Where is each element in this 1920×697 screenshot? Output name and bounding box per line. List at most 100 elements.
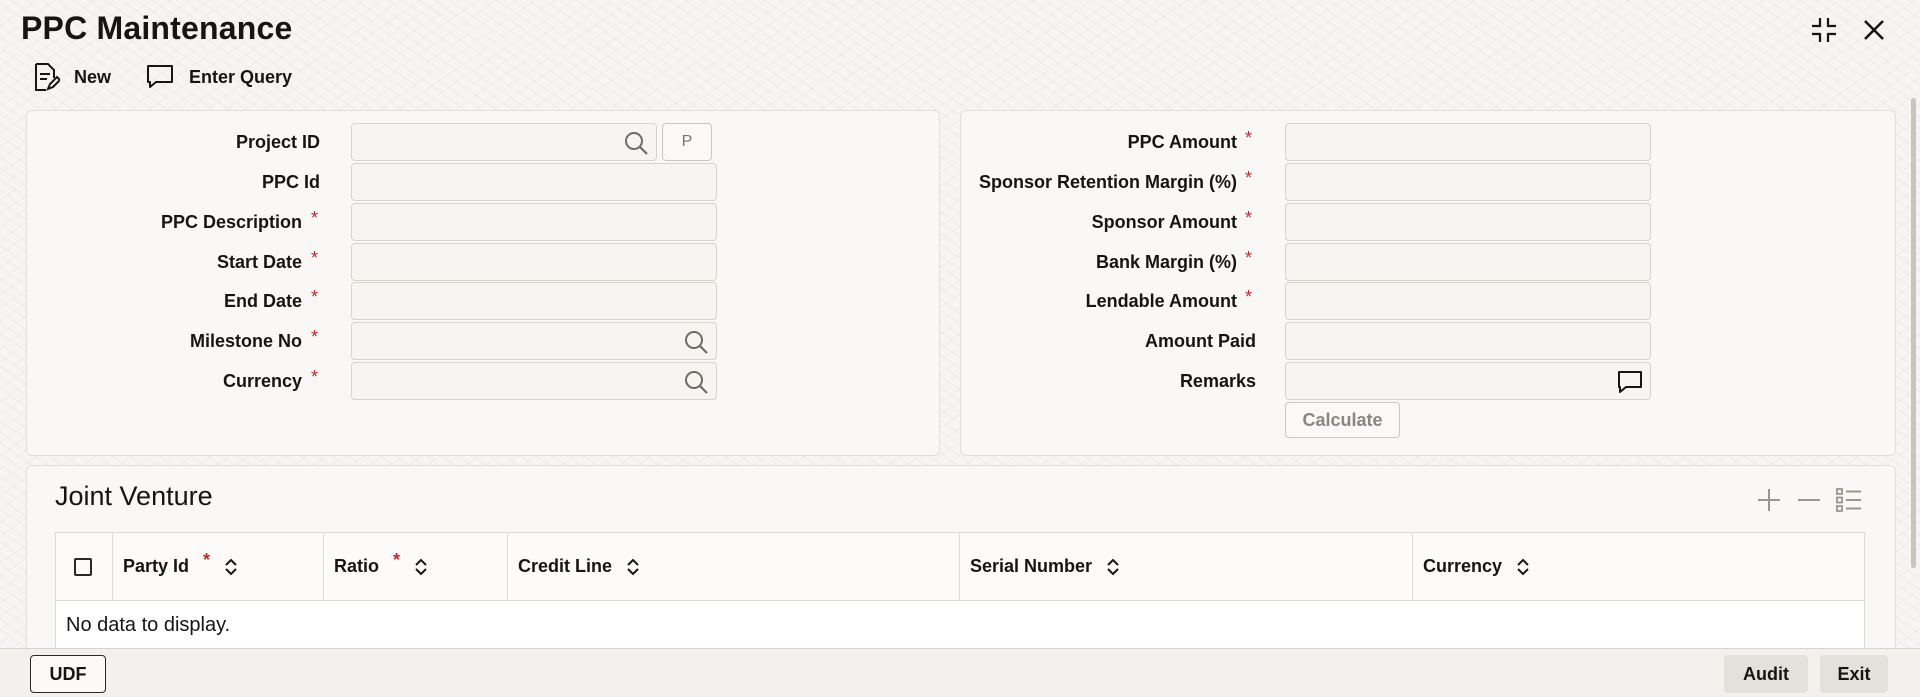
bank-margin-input[interactable] — [1286, 244, 1650, 280]
project-id-field[interactable] — [351, 123, 657, 161]
sort-icon[interactable] — [626, 558, 640, 576]
search-icon[interactable] — [622, 129, 650, 157]
required-marker: * — [1245, 248, 1253, 268]
amount-paid-label: Amount Paid — [1145, 331, 1256, 351]
start-date-field[interactable] — [351, 243, 717, 281]
calculate-button[interactable]: Calculate — [1285, 402, 1400, 438]
project-id-input[interactable] — [352, 124, 656, 160]
column-label: Serial Number — [970, 556, 1093, 576]
required-marker: * — [311, 248, 319, 268]
ppc-id-input[interactable] — [352, 164, 716, 200]
column-label: Currency — [1423, 556, 1503, 576]
end-date-label: End Date — [223, 291, 302, 311]
column-header-credit-line[interactable]: Credit Line — [508, 533, 960, 600]
column-label: Ratio — [334, 556, 379, 576]
ppc-description-label: PPC Description — [160, 212, 302, 232]
project-id-p-button[interactable]: P — [662, 123, 712, 161]
sponsor-amount-field[interactable] — [1285, 203, 1651, 241]
required-marker: * — [1245, 287, 1253, 307]
minimize-icon[interactable] — [1808, 14, 1840, 46]
currency-label: Currency — [222, 371, 302, 391]
required-marker: * — [1245, 168, 1253, 188]
toolbar: New Enter Query — [32, 62, 292, 92]
lendable-amount-input[interactable] — [1286, 283, 1650, 319]
comment-icon — [147, 65, 174, 88]
required-marker: * — [311, 327, 319, 347]
milestone-no-field[interactable] — [351, 322, 717, 360]
column-header-currency[interactable]: Currency — [1413, 533, 1864, 600]
project-id-label: Project ID — [235, 132, 320, 152]
bank-margin-field[interactable] — [1285, 243, 1651, 281]
column-header-serial-number[interactable]: Serial Number — [960, 533, 1413, 600]
ppc-id-field[interactable] — [351, 163, 717, 201]
sort-icon[interactable] — [1516, 558, 1530, 576]
amount-paid-field[interactable] — [1285, 322, 1651, 360]
ppc-description-input[interactable] — [352, 204, 716, 240]
milestone-no-label: Milestone No — [189, 331, 302, 351]
remarks-input[interactable] — [1286, 363, 1650, 399]
enter-query-button-label: Enter Query — [189, 66, 293, 87]
remarks-label: Remarks — [1179, 371, 1256, 391]
milestone-no-input[interactable] — [352, 323, 716, 359]
search-icon[interactable] — [682, 368, 710, 396]
column-label: Party Id — [123, 556, 190, 576]
column-header-ratio[interactable]: Ratio * — [324, 533, 508, 600]
ppc-description-field[interactable] — [351, 203, 717, 241]
empty-table-message: No data to display. — [66, 614, 231, 636]
udf-button[interactable]: UDF — [30, 655, 106, 693]
new-document-icon — [35, 63, 60, 91]
window-controls — [1808, 14, 1890, 46]
sort-icon[interactable] — [224, 558, 238, 576]
sponsor-retention-margin-input[interactable] — [1286, 164, 1650, 200]
ppc-amount-input[interactable] — [1286, 124, 1650, 160]
vertical-scrollbar[interactable] — [1911, 98, 1916, 568]
lendable-amount-field[interactable] — [1285, 282, 1651, 320]
required-marker: * — [1245, 208, 1253, 228]
required-marker: * — [1245, 128, 1253, 148]
new-button[interactable]: New — [32, 62, 111, 92]
required-marker: * — [311, 367, 319, 387]
column-header-party-id[interactable]: Party Id * — [113, 533, 324, 600]
table-header: Party Id * Ratio * Credit Line Serial Nu… — [56, 533, 1864, 601]
lendable-amount-label: Lendable Amount — [1085, 291, 1237, 311]
sponsor-retention-margin-field[interactable] — [1285, 163, 1651, 201]
close-icon[interactable] — [1858, 14, 1890, 46]
comment-icon[interactable] — [1616, 368, 1644, 396]
sponsor-amount-input[interactable] — [1286, 204, 1650, 240]
required-marker: * — [393, 550, 401, 570]
exit-button[interactable]: Exit — [1820, 655, 1888, 693]
remarks-field[interactable] — [1285, 362, 1651, 400]
enter-query-button[interactable]: Enter Query — [145, 62, 292, 92]
page-title: PPC Maintenance — [21, 10, 293, 46]
search-icon[interactable] — [682, 328, 710, 356]
ppc-amount-label: PPC Amount — [1127, 132, 1237, 152]
add-row-icon[interactable] — [1754, 485, 1784, 515]
required-marker: * — [311, 287, 319, 307]
currency-input[interactable] — [352, 363, 716, 399]
audit-button[interactable]: Audit — [1724, 655, 1808, 693]
ppc-id-label: PPC Id — [261, 172, 320, 192]
joint-venture-toolbar — [1754, 485, 1864, 515]
new-button-label: New — [74, 66, 112, 87]
bank-margin-label: Bank Margin (%) — [1095, 252, 1237, 272]
required-marker: * — [311, 208, 319, 228]
amount-paid-input[interactable] — [1286, 323, 1650, 359]
select-all-cell — [56, 533, 113, 600]
start-date-label: Start Date — [216, 252, 302, 272]
sort-icon[interactable] — [1106, 558, 1120, 576]
currency-field[interactable] — [351, 362, 717, 400]
joint-venture-title: Joint Venture — [55, 481, 213, 511]
column-label: Credit Line — [518, 556, 613, 576]
end-date-input[interactable] — [352, 283, 716, 319]
end-date-field[interactable] — [351, 282, 717, 320]
required-marker: * — [203, 550, 211, 570]
select-all-checkbox[interactable] — [74, 557, 92, 576]
delete-row-icon[interactable] — [1794, 485, 1824, 515]
sponsor-retention-margin-label: Sponsor Retention Margin (%) — [979, 172, 1237, 192]
sort-icon[interactable] — [414, 558, 428, 576]
footer-bar — [0, 648, 1920, 697]
sponsor-amount-label: Sponsor Amount — [1091, 212, 1237, 232]
start-date-input[interactable] — [352, 244, 716, 280]
single-record-view-icon[interactable] — [1834, 485, 1864, 515]
ppc-amount-field[interactable] — [1285, 123, 1651, 161]
